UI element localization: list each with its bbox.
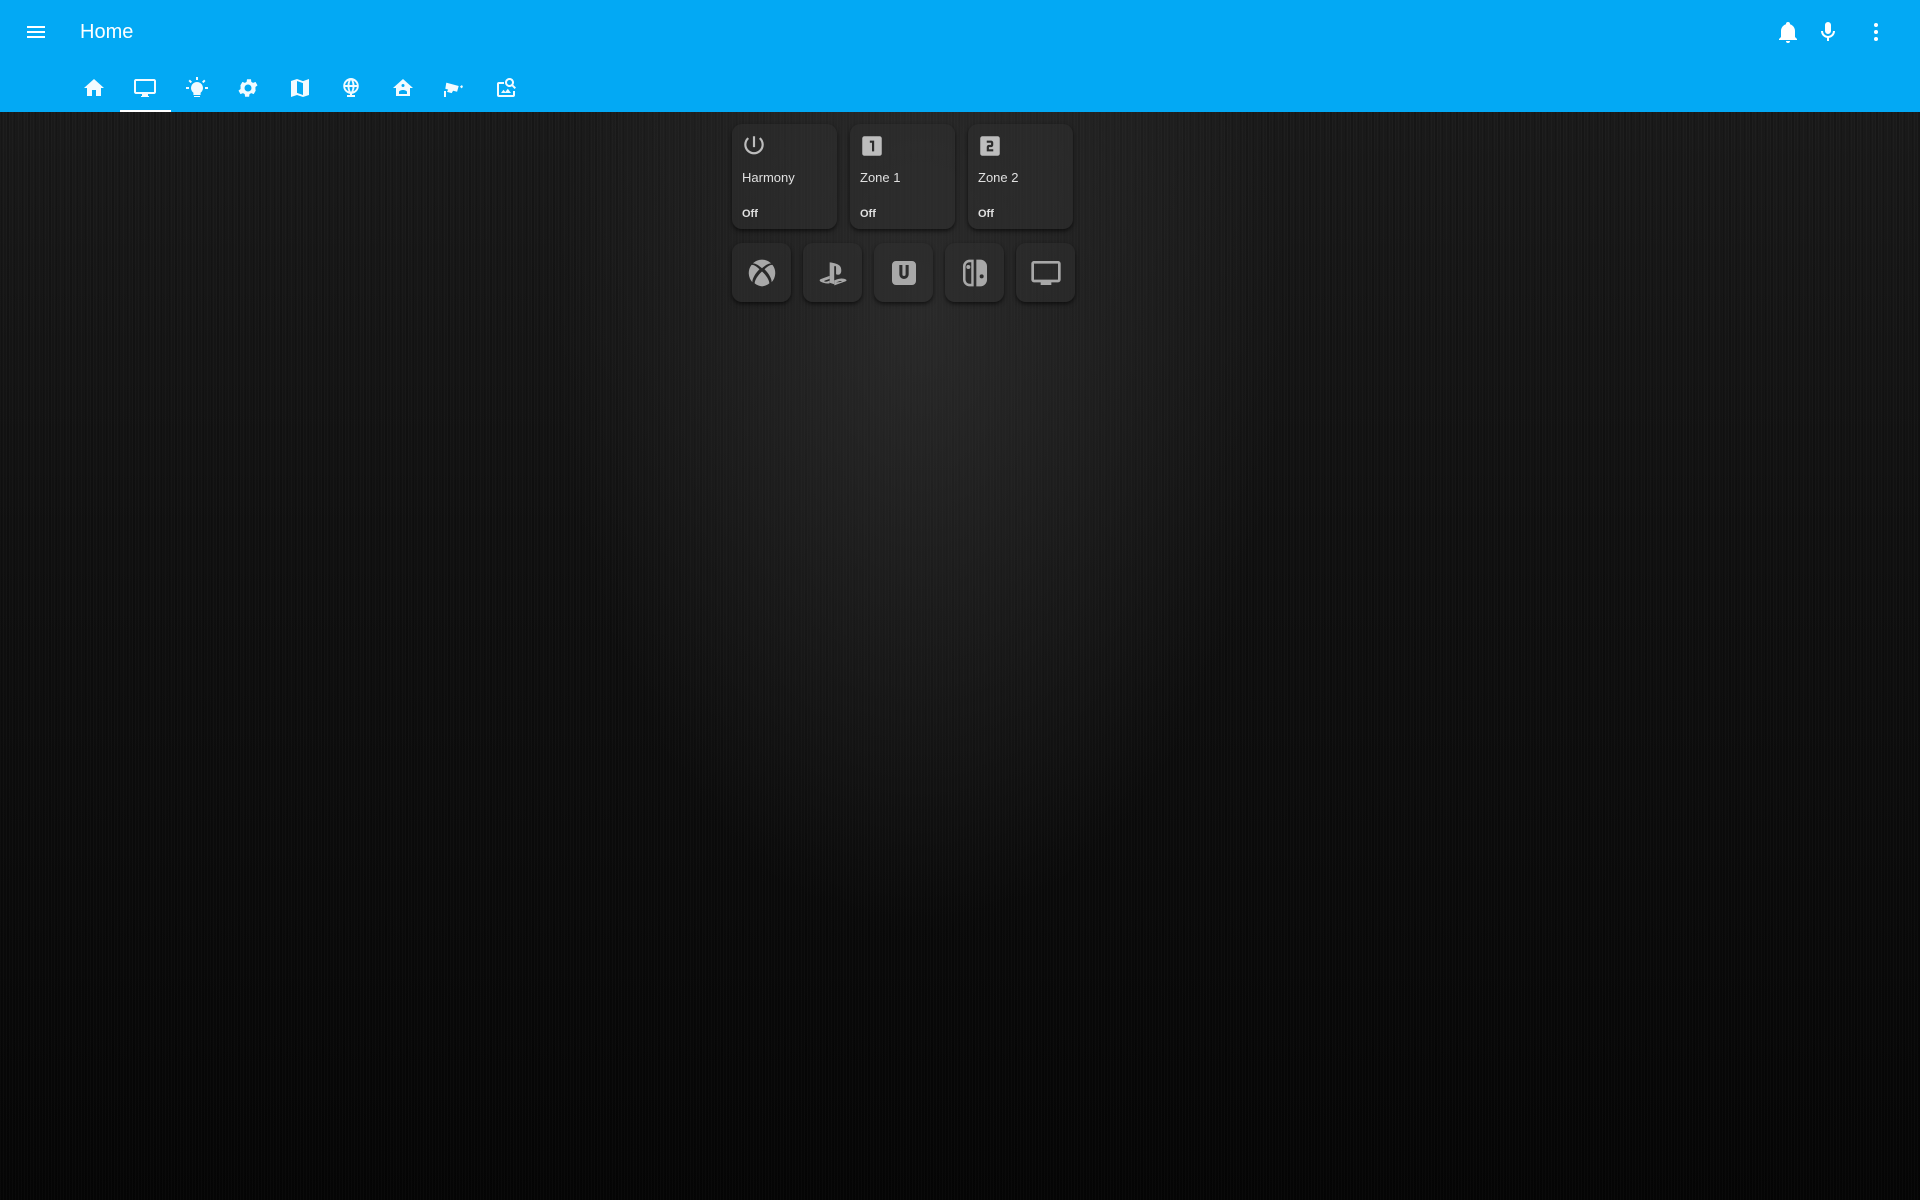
home-icon	[83, 79, 104, 96]
wii-u-icon	[891, 260, 916, 285]
tab-home[interactable]	[68, 64, 120, 112]
globe-network-icon	[343, 78, 360, 97]
tab-settings[interactable]	[223, 64, 275, 112]
activity-buttons	[732, 243, 1075, 302]
app-header: Home	[0, 0, 1920, 112]
card-state: Off	[742, 208, 758, 220]
card-name: Zone 1	[860, 170, 901, 185]
image-search-icon	[496, 77, 516, 97]
numeric-2-box-icon	[977, 133, 1003, 159]
xbox-activity-button[interactable]	[732, 243, 791, 302]
tab-automation[interactable]	[377, 64, 429, 112]
card-state: Off	[860, 208, 876, 220]
overflow-menu-button[interactable]	[1856, 12, 1896, 52]
tab-network[interactable]	[326, 64, 378, 112]
voice-button[interactable]	[1808, 12, 1848, 52]
view-tabs	[68, 64, 532, 112]
zone-1-card[interactable]: Zone 1 Off	[850, 124, 955, 229]
monitor-icon	[134, 79, 157, 97]
tab-lights[interactable]	[171, 64, 223, 112]
lightbulb-icon	[185, 77, 208, 97]
menu-icon	[27, 26, 45, 38]
card-state: Off	[978, 208, 994, 220]
nintendo-switch-icon	[962, 259, 987, 286]
playstation-activity-button[interactable]	[803, 243, 862, 302]
numeric-1-box-icon	[859, 133, 885, 159]
xbox-icon	[748, 259, 775, 286]
menu-button[interactable]	[16, 12, 56, 52]
tab-media[interactable]	[119, 64, 172, 112]
zone-2-card[interactable]: Zone 2 Off	[968, 124, 1073, 229]
zone-cards: Harmony Off Zone 1 Off Zone 2 Off	[732, 124, 1073, 229]
map-icon	[290, 79, 309, 97]
power-icon	[741, 133, 767, 159]
gear-icon	[238, 79, 258, 97]
page-title: Home	[80, 21, 134, 43]
tv-activity-button[interactable]	[1016, 243, 1075, 302]
notifications-button[interactable]	[1768, 12, 1808, 52]
microphone-icon	[1821, 22, 1835, 41]
dots-vertical-icon	[1874, 23, 1878, 41]
bell-icon	[1779, 22, 1797, 43]
cctv-icon	[444, 82, 464, 97]
harmony-card[interactable]: Harmony Off	[732, 124, 837, 229]
card-name: Harmony	[742, 170, 795, 185]
home-automation-icon	[392, 79, 413, 96]
tab-cameras[interactable]	[429, 64, 481, 112]
tab-gallery[interactable]	[480, 64, 532, 112]
wii-u-activity-button[interactable]	[874, 243, 933, 302]
toolbar: Home	[0, 0, 1920, 64]
television-icon	[1030, 260, 1061, 285]
card-name: Zone 2	[978, 170, 1019, 185]
nintendo-switch-activity-button[interactable]	[945, 243, 1004, 302]
playstation-icon	[819, 261, 847, 285]
tab-map[interactable]	[274, 64, 326, 112]
